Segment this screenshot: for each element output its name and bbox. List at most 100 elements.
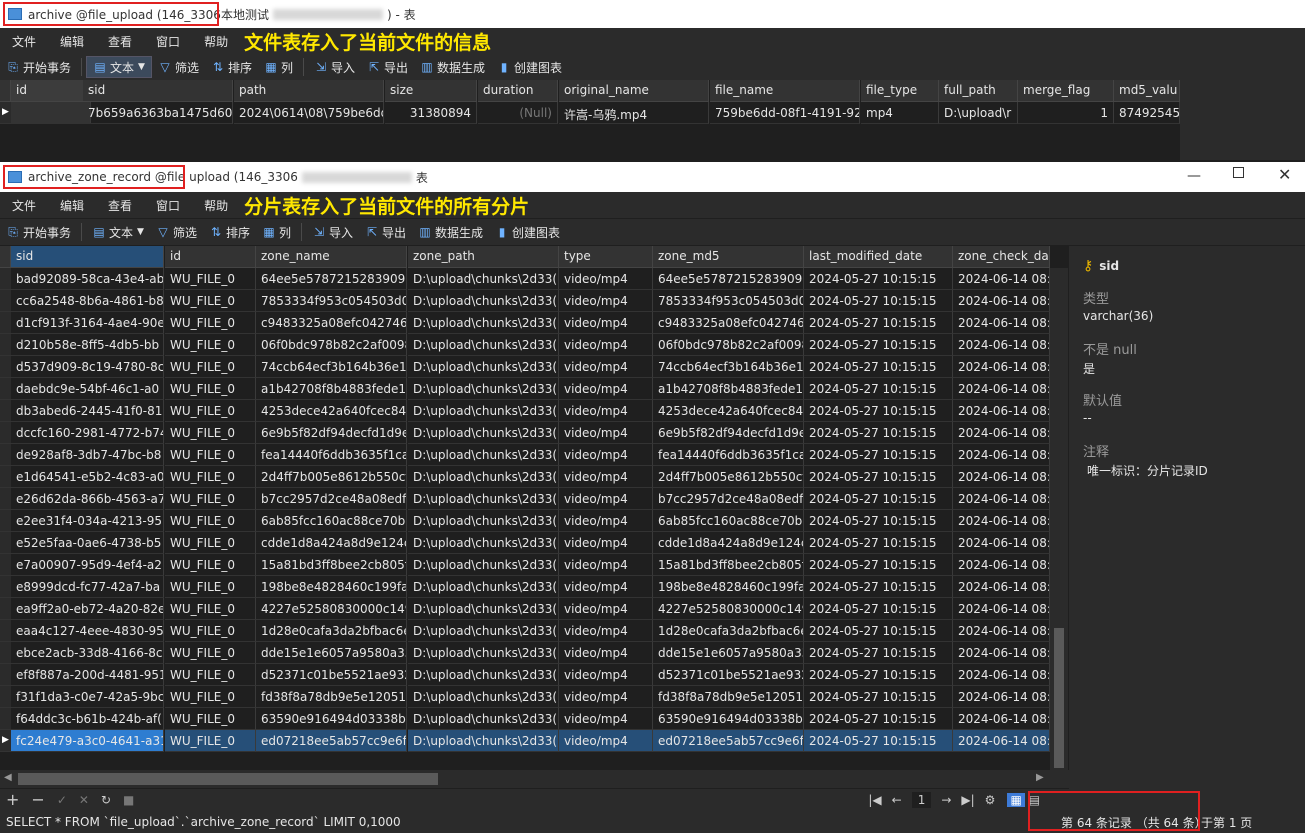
table-cell[interactable]: d52371c01be5521ae932 [653,664,804,686]
column-header[interactable]: duration [478,80,558,102]
row-selector[interactable] [0,334,11,356]
table-cell[interactable]: 2024-06-14 08:4 [953,312,1050,334]
column-header[interactable]: file_type [861,80,939,102]
row-selector[interactable] [0,444,11,466]
table-cell[interactable]: D:\upload\chunks\2d33( [408,290,559,312]
column-header[interactable]: id [11,80,91,102]
menu-view[interactable]: 查看 [96,197,144,214]
column-header[interactable]: zone_md5 [653,246,804,268]
table-cell[interactable]: WU_FILE_0 [165,664,256,686]
row-selector[interactable] [0,532,11,554]
table-cell[interactable]: 2024-06-14 08:4 [953,598,1050,620]
table-cell[interactable]: 2024-06-14 08:4 [953,422,1050,444]
table-cell[interactable]: e8999dcd-fc77-42a7-ba [11,576,164,598]
table-cell[interactable]: 2024-05-27 10:15:15 [804,510,953,532]
begin-transaction-button[interactable]: ⎘ 开始事务 [0,56,77,78]
table-cell[interactable]: WU_FILE_0 [165,620,256,642]
table-cell[interactable]: WU_FILE_0 [165,422,256,444]
table-cell[interactable]: 1 [1018,102,1114,124]
table-cell[interactable]: D:\upload\chunks\2d33( [408,444,559,466]
table-cell[interactable]: de928af8-3db7-47bc-b8 [11,444,164,466]
table-cell[interactable]: 15a81bd3ff8bee2cb805f [256,554,407,576]
table-cell[interactable]: D:\upload\chunks\2d33( [408,334,559,356]
table-cell[interactable]: D:\upload\chunks\2d33( [408,400,559,422]
table-cell[interactable]: b7cc2957d2ce48a08edf8 [256,488,407,510]
row-selector[interactable] [0,290,11,312]
table-cell[interactable]: 2024-05-27 10:15:15 [804,334,953,356]
row-selector[interactable] [0,400,11,422]
table-cell[interactable]: db3abed6-2445-41f0-81 [11,400,164,422]
table-cell[interactable]: fc24e479-a3c0-4641-a31 [11,730,164,752]
table-cell[interactable]: WU_FILE_0 [165,532,256,554]
table-cell[interactable]: dde15e1e6057a9580a33 [653,642,804,664]
column-header[interactable]: full_path [939,80,1018,102]
table-cell[interactable]: D:\upload\chunks\2d33( [408,466,559,488]
table-cell[interactable]: WU_FILE_0 [165,400,256,422]
table-cell[interactable]: 64ee5e5787215283909a [256,268,407,290]
table-cell[interactable]: 2024-05-27 10:15:15 [804,708,953,730]
row-selector[interactable] [0,620,11,642]
table-cell[interactable]: D:\upload\r [939,102,1018,124]
stop-icon[interactable]: ■ [123,793,134,807]
export-button[interactable]: ⇱ 导出 [361,56,414,78]
table-cell[interactable]: 7853334f953c054503d0( [653,290,804,312]
table-cell[interactable]: 2024-06-14 08:4 [953,488,1050,510]
table-cell[interactable]: D:\upload\chunks\2d33( [408,356,559,378]
table-cell[interactable]: a1b42708f8b4883fede1f [653,378,804,400]
table-cell[interactable]: 63590e916494d03338b9 [256,708,407,730]
table-cell[interactable]: WU_FILE_0 [165,554,256,576]
row-selector[interactable]: ▶ [0,730,11,752]
add-row-icon[interactable]: + [6,790,19,809]
table-cell[interactable]: ed07218ee5ab57cc9e6f [256,730,407,752]
column-header[interactable]: path [234,80,384,102]
horizontal-scrollbar[interactable]: ◀ ▶ [0,770,1069,788]
table-cell[interactable]: 6ab85fcc160ac88ce70b0 [256,510,407,532]
table-cell[interactable]: ea9ff2a0-eb72-4a20-82e [11,598,164,620]
column-header[interactable]: md5_valu [1114,80,1180,102]
column-header[interactable]: size [385,80,477,102]
table-cell[interactable]: D:\upload\chunks\2d33( [408,422,559,444]
table-cell[interactable]: D:\upload\chunks\2d33( [408,532,559,554]
table-cell[interactable]: video/mp4 [559,488,653,510]
scroll-right-icon[interactable]: ▶ [1036,772,1044,783]
filter-button[interactable]: ▽ 筛选 [150,221,203,243]
table-cell[interactable]: 2024-06-14 08:4 [953,686,1050,708]
column-header[interactable]: zone_path [408,246,559,268]
table-cell[interactable]: 1d28e0cafa3da2bfbac6e [653,620,804,642]
table-cell[interactable]: 2024-06-14 08:4 [953,466,1050,488]
scrollbar-thumb[interactable] [1054,628,1064,768]
table-cell[interactable]: WU_FILE_0 [165,488,256,510]
delete-row-icon[interactable]: − [31,790,44,809]
table-cell[interactable]: b7cc2957d2ce48a08edf8 [653,488,804,510]
gear-icon[interactable]: ⚙ [985,793,996,807]
table-cell[interactable]: 874925459 [1114,102,1180,124]
import-button[interactable]: ⇲ 导入 [306,221,359,243]
table-cell[interactable]: daebdc9e-54bf-46c1-a0 [11,378,164,400]
table-cell[interactable]: 2024\0614\08\759be6dd [234,102,384,124]
table-cell[interactable]: f31f1da3-c0e7-42a5-9bc [11,686,164,708]
scroll-left-icon[interactable]: ◀ [4,772,12,783]
row-selector[interactable] [0,378,11,400]
table-cell[interactable]: D:\upload\chunks\2d33( [408,620,559,642]
table-cell[interactable]: 2024-06-14 08:4 [953,554,1050,576]
table-cell[interactable]: fea14440f6ddb3635f1ca [653,444,804,466]
table-cell[interactable]: 2024-05-27 10:15:15 [804,620,953,642]
table-cell[interactable]: 2024-06-14 08:4 [953,620,1050,642]
table-cell[interactable]: cdde1d8a424a8d9e124c [256,532,407,554]
table-cell[interactable]: 2024-06-14 08:4 [953,400,1050,422]
table-cell[interactable]: D:\upload\chunks\2d33( [408,686,559,708]
table-cell[interactable]: 4253dece42a640fcec840 [256,400,407,422]
table-cell[interactable]: 06f0bdc978b82c2af0098 [653,334,804,356]
table-cell[interactable]: 2024-05-27 10:15:15 [804,730,953,752]
table-cell[interactable]: 2d4ff7b005e8612b550cf [653,466,804,488]
table-cell[interactable]: cc6a2548-8b6a-4861-b8 [11,290,164,312]
table-cell[interactable]: 31380894 [385,102,477,124]
table-cell[interactable]: WU_FILE_0 [165,312,256,334]
table-cell[interactable]: 2024-05-27 10:15:15 [804,576,953,598]
import-button[interactable]: ⇲ 导入 [308,56,361,78]
table-cell[interactable] [11,102,91,124]
table-cell[interactable]: 2d4ff7b005e8612b550cf [256,466,407,488]
table-cell[interactable]: 2024-05-27 10:15:15 [804,642,953,664]
table-cell[interactable]: WU_FILE_0 [165,642,256,664]
table-cell[interactable]: (Null) [478,102,558,124]
